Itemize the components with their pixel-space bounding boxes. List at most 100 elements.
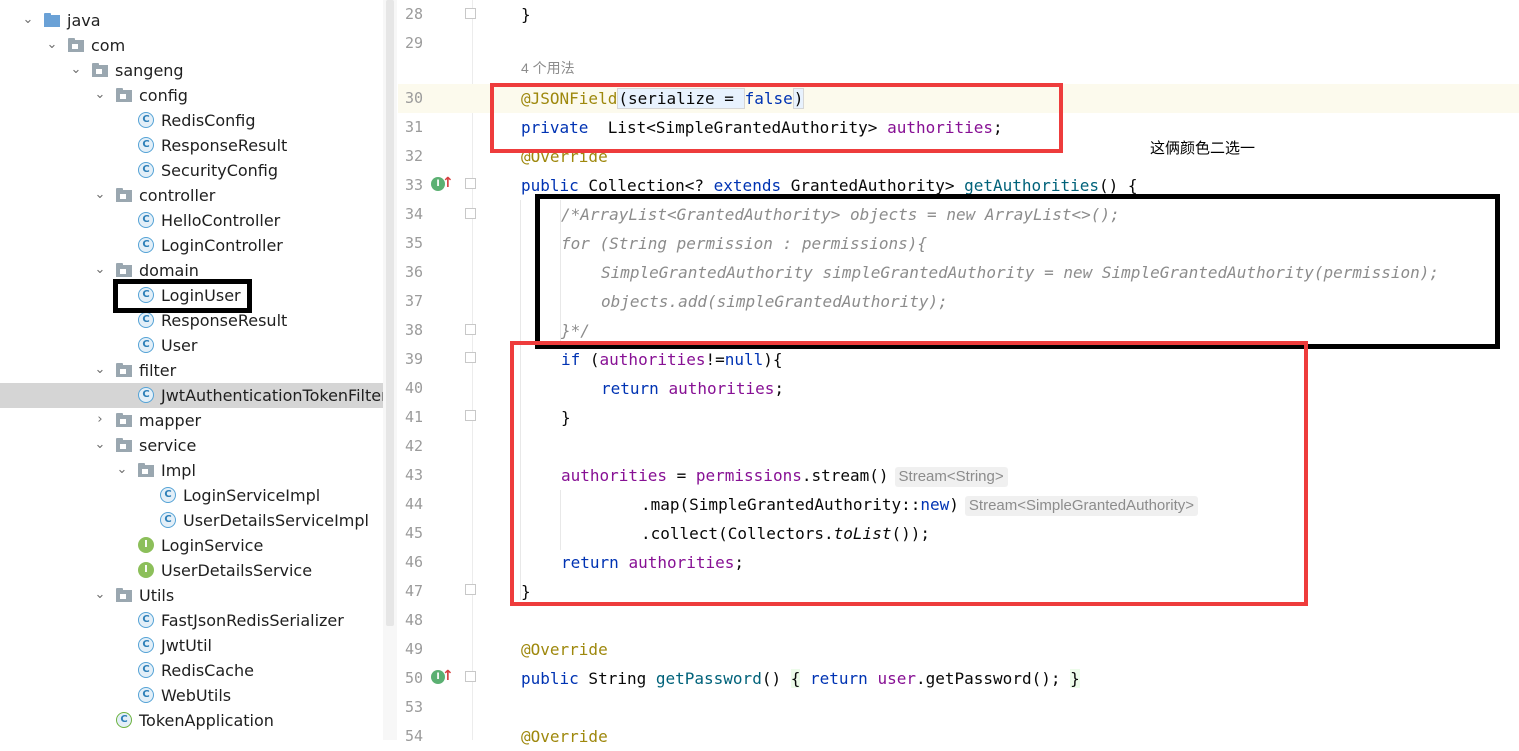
package-icon — [116, 87, 132, 103]
fold-expand-icon[interactable] — [465, 671, 476, 682]
overrides-up-arrow-icon[interactable]: ↑ — [442, 176, 456, 190]
class-icon: C — [138, 662, 154, 678]
red-highlight-box-code — [510, 341, 1308, 606]
tree-item[interactable]: C User — [0, 333, 383, 358]
tree-item[interactable]: ⌄ Impl — [0, 458, 383, 483]
tree-item[interactable]: C JwtAuthenticationTokenFilter — [0, 383, 383, 408]
code-line-28[interactable]: } — [521, 0, 531, 29]
tree-item[interactable]: ⌄ service — [0, 433, 383, 458]
class-icon: C — [138, 637, 154, 653]
class-icon: C — [160, 512, 176, 528]
class-icon: C — [138, 612, 154, 628]
project-tree: ⌄ java ⌄ com ⌄ sangeng ⌄ config C RedisConfig C Res… — [0, 0, 383, 740]
chevron-right-icon[interactable]: › — [92, 412, 108, 428]
code-line-54[interactable]: @Override — [521, 722, 608, 751]
tree-item-label: UserDetailsServiceImpl — [183, 511, 369, 530]
chevron-down-icon[interactable]: ⌄ — [44, 37, 60, 53]
line-number: 54 — [404, 727, 423, 745]
tree-item[interactable]: C LoginServiceImpl — [0, 483, 383, 508]
tree-item[interactable]: I UserDetailsService — [0, 558, 383, 583]
fold-marker-icon[interactable] — [465, 410, 476, 421]
line-number: 47 — [404, 582, 423, 600]
tree-item[interactable]: ⌄ Utils — [0, 583, 383, 608]
chevron-down-icon[interactable]: ⌄ — [92, 187, 108, 203]
tree-item[interactable]: C HelloController — [0, 208, 383, 233]
interface-icon: I — [138, 537, 154, 553]
tree-item-label: filter — [139, 361, 177, 380]
fold-marker-icon[interactable] — [465, 324, 476, 335]
tree-item-label: SecurityConfig — [161, 161, 279, 180]
line-number: 46 — [404, 553, 423, 571]
class-icon: C — [138, 312, 154, 328]
line-number: 31 — [404, 118, 423, 136]
tree-item[interactable]: ⌄ com — [0, 33, 383, 58]
tree-item[interactable]: C WebUtils — [0, 683, 383, 708]
chevron-down-icon[interactable]: ⌄ — [92, 362, 108, 378]
tree-item[interactable]: I LoginService — [0, 533, 383, 558]
tree-item-label: FastJsonRedisSerializer — [161, 611, 344, 630]
code-line-50[interactable]: public String getPassword() { return use… — [521, 664, 1080, 693]
tree-item[interactable]: C FastJsonRedisSerializer — [0, 608, 383, 633]
tree-item[interactable]: C ResponseResult — [0, 133, 383, 158]
class-icon: C — [138, 212, 154, 228]
tree-item-label: User — [161, 336, 198, 355]
line-number: 37 — [404, 292, 423, 310]
fold-marker-icon[interactable] — [465, 8, 476, 19]
tree-item-label: TokenApplication — [139, 711, 274, 730]
class-icon: C — [138, 237, 154, 253]
fold-marker-icon[interactable] — [465, 352, 476, 363]
code-line-49[interactable]: @Override — [521, 635, 608, 664]
chevron-down-icon[interactable]: ⌄ — [92, 262, 108, 278]
tree-item[interactable]: ⌄ filter — [0, 358, 383, 383]
tree-item[interactable]: › mapper — [0, 408, 383, 433]
chevron-down-icon[interactable]: ⌄ — [20, 12, 36, 28]
package-icon — [116, 362, 132, 378]
class-icon: C — [160, 487, 176, 503]
chevron-down-icon[interactable]: ⌄ — [92, 587, 108, 603]
package-icon — [138, 462, 154, 478]
line-number: 29 — [404, 34, 423, 52]
chevron-down-icon[interactable]: ⌄ — [92, 87, 108, 103]
tree-item-label: mapper — [139, 411, 202, 430]
tree-item-label: RedisCache — [161, 661, 254, 680]
line-number: 45 — [404, 524, 423, 542]
chevron-down-icon[interactable]: ⌄ — [114, 462, 130, 478]
tree-item-label: config — [139, 86, 188, 105]
package-icon — [116, 262, 132, 278]
tree-item[interactable]: C JwtUtil — [0, 633, 383, 658]
package-icon — [116, 187, 132, 203]
tree-item[interactable]: C LoginController — [0, 233, 383, 258]
fold-marker-icon[interactable] — [465, 208, 476, 219]
tree-item-label: LoginController — [161, 236, 283, 255]
line-number: 44 — [404, 495, 423, 513]
package-icon — [92, 62, 108, 78]
tree-item[interactable]: ⌄ config — [0, 83, 383, 108]
tree-item[interactable]: C TokenApplication — [0, 708, 383, 733]
line-number: 38 — [404, 321, 423, 339]
tree-item-label: LoginServiceImpl — [183, 486, 321, 505]
fold-marker-icon[interactable] — [465, 584, 476, 595]
chevron-down-icon[interactable]: ⌄ — [68, 62, 84, 78]
tree-scrollbar-thumb[interactable] — [386, 0, 394, 626]
tree-item[interactable]: ⌄ sangeng — [0, 58, 383, 83]
tree-item[interactable]: C RedisConfig — [0, 108, 383, 133]
class-icon: C — [138, 162, 154, 178]
package-icon — [68, 37, 84, 53]
tree-item[interactable]: C SecurityConfig — [0, 158, 383, 183]
usages-inlay-hint[interactable]: 4 个用法 — [521, 58, 575, 78]
line-number: 49 — [404, 640, 423, 658]
line-number: 36 — [404, 263, 423, 281]
annotation-note: 这俩颜色二选一 — [1150, 139, 1256, 157]
tree-item-label: RedisConfig — [161, 111, 256, 130]
tree-item[interactable]: ⌄ controller — [0, 183, 383, 208]
package-icon — [116, 587, 132, 603]
chevron-down-icon[interactable]: ⌄ — [92, 437, 108, 453]
tree-item-label: com — [91, 36, 126, 55]
tree-item[interactable]: C UserDetailsServiceImpl — [0, 508, 383, 533]
tree-item-label: Impl — [161, 461, 196, 480]
fold-marker-icon[interactable] — [465, 178, 476, 189]
tree-item[interactable]: C RedisCache — [0, 658, 383, 683]
tree-item[interactable]: ⌄ java — [0, 8, 383, 33]
black-highlight-box-comment — [535, 194, 1500, 349]
overrides-up-arrow-icon[interactable]: ↑ — [442, 669, 456, 683]
